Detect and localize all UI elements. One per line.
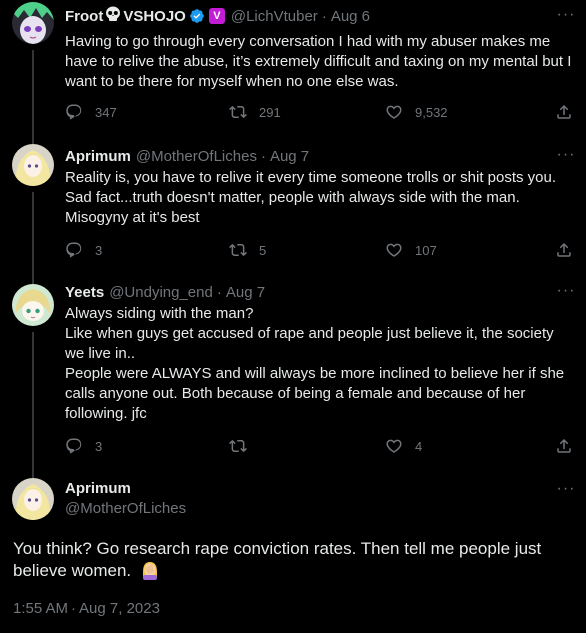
share-button[interactable] bbox=[555, 436, 573, 456]
avatar[interactable] bbox=[12, 2, 54, 44]
thread-line bbox=[32, 50, 34, 138]
thread-line bbox=[32, 470, 34, 478]
main-tweet-text: You think? Go research rape conviction r… bbox=[13, 538, 573, 582]
reply-count: 347 bbox=[95, 104, 117, 120]
like-count: 4 bbox=[415, 438, 423, 454]
like-button[interactable]: 9,532 bbox=[385, 102, 448, 122]
skull-icon bbox=[104, 5, 122, 27]
retweet-icon bbox=[229, 241, 247, 259]
more-icon[interactable]: ··· bbox=[556, 283, 576, 304]
reply-tweet-2[interactable]: Aprimum @MotherOfLiches · Aug 7 ··· Real… bbox=[0, 138, 586, 280]
share-icon bbox=[555, 437, 573, 455]
tweet-text: Having to go through every conversation … bbox=[65, 33, 572, 90]
retweet-count: 5 bbox=[259, 242, 267, 258]
handle[interactable]: @MotherOfLiches bbox=[65, 500, 186, 517]
reply-icon bbox=[65, 437, 83, 455]
like-icon bbox=[385, 103, 403, 121]
verified-icon bbox=[190, 9, 204, 23]
reply-button[interactable]: 347 bbox=[65, 102, 117, 122]
separator-dot: · bbox=[260, 147, 266, 165]
main-tweet-text-content: You think? Go research rape conviction r… bbox=[13, 539, 542, 580]
tweet-header: Aprimum @MotherOfLiches · Aug 7 bbox=[65, 146, 556, 166]
share-button[interactable] bbox=[555, 240, 573, 260]
reply-icon bbox=[65, 103, 83, 121]
display-name[interactable]: Yeets bbox=[65, 284, 104, 301]
retweet-icon bbox=[229, 437, 247, 455]
tweet-date[interactable]: Aug 7 bbox=[226, 284, 265, 301]
tweet-full-date: Aug 7, 2023 bbox=[79, 600, 160, 617]
separator-dot: · bbox=[71, 600, 77, 617]
share-icon bbox=[555, 103, 573, 121]
retweet-icon bbox=[229, 103, 247, 121]
tweet-date[interactable]: Aug 7 bbox=[270, 148, 309, 165]
thread-line bbox=[32, 332, 34, 470]
tweet-time: 1:55 AM bbox=[13, 600, 69, 617]
separator-dot: · bbox=[216, 283, 222, 301]
retweet-button[interactable] bbox=[229, 436, 259, 456]
org-badge: V bbox=[208, 8, 225, 24]
more-icon[interactable]: ··· bbox=[556, 7, 576, 28]
reply-button[interactable]: 3 bbox=[65, 240, 102, 260]
handle[interactable]: @MotherOfLiches bbox=[136, 148, 257, 165]
action-bar: 347 291 9,532 bbox=[65, 102, 577, 122]
more-icon[interactable]: ··· bbox=[556, 481, 576, 502]
thread-line bbox=[32, 192, 34, 280]
like-button[interactable]: 107 bbox=[385, 240, 437, 260]
like-count: 107 bbox=[415, 242, 437, 258]
avatar[interactable] bbox=[12, 478, 54, 520]
display-name[interactable]: Aprimum bbox=[65, 148, 131, 165]
display-name[interactable]: Froot bbox=[65, 8, 103, 25]
facepalm-emoji bbox=[140, 560, 160, 580]
handle[interactable]: @LichVtuber bbox=[231, 8, 318, 25]
like-button[interactable]: 4 bbox=[385, 436, 422, 456]
reply-count: 3 bbox=[95, 438, 103, 454]
reply-tweet-3[interactable]: Yeets @Undying_end · Aug 7 ··· Always si… bbox=[0, 280, 586, 470]
retweet-button[interactable]: 291 bbox=[229, 102, 281, 122]
more-icon[interactable]: ··· bbox=[556, 147, 576, 168]
like-count: 9,532 bbox=[415, 104, 448, 120]
reply-button[interactable]: 3 bbox=[65, 436, 102, 456]
retweet-button[interactable]: 5 bbox=[229, 240, 266, 260]
display-name[interactable]: Aprimum bbox=[65, 480, 131, 497]
tweet-header: Yeets @Undying_end · Aug 7 bbox=[65, 282, 556, 302]
handle[interactable]: @Undying_end bbox=[109, 284, 213, 301]
tweet-timestamp[interactable]: 1:55 AM · Aug 7, 2023 bbox=[13, 600, 160, 617]
reply-icon bbox=[65, 241, 83, 259]
avatar[interactable] bbox=[12, 284, 54, 326]
display-name-suffix[interactable]: VSHOJO bbox=[123, 8, 186, 25]
share-button[interactable] bbox=[555, 102, 573, 122]
separator-dot: · bbox=[321, 7, 327, 25]
share-icon bbox=[555, 241, 573, 259]
reply-tweet-1[interactable]: Froot VSHOJO V @LichVtuber · Aug 6 ··· H… bbox=[0, 0, 586, 138]
like-icon bbox=[385, 241, 403, 259]
like-icon bbox=[385, 437, 403, 455]
retweet-count: 291 bbox=[259, 104, 281, 120]
tweet-header: Froot VSHOJO V @LichVtuber · Aug 6 bbox=[65, 6, 556, 26]
avatar[interactable] bbox=[12, 144, 54, 186]
tweet-text: Reality is, you have to relive it every … bbox=[65, 169, 557, 226]
action-bar: 3 4 bbox=[65, 436, 577, 456]
tweet-text: Always siding with the man? Like when gu… bbox=[65, 305, 565, 422]
action-bar: 3 5 107 bbox=[65, 240, 577, 260]
reply-count: 3 bbox=[95, 242, 103, 258]
tweet-date[interactable]: Aug 6 bbox=[331, 8, 370, 25]
